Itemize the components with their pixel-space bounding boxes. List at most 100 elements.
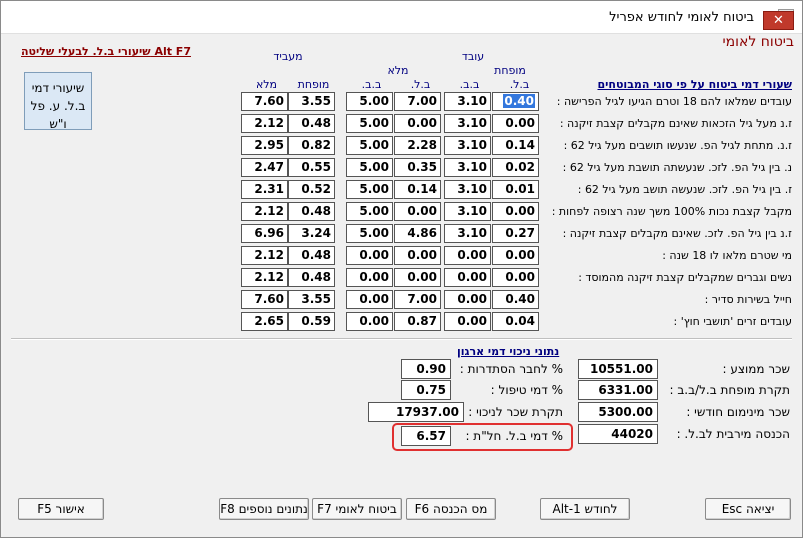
- to-month-button[interactable]: לחודש Alt-1: [540, 498, 630, 520]
- bl-full-cell-value: 0.00: [407, 248, 437, 262]
- employer-reduced-cell[interactable]: 0.82: [288, 136, 335, 155]
- bb-reduced-cell[interactable]: 3.10: [444, 114, 491, 133]
- bb-reduced-cell[interactable]: 0.00: [444, 268, 491, 287]
- bb-reduced-cell[interactable]: 3.10: [444, 158, 491, 177]
- social-security-button[interactable]: ביטוח לאומי F7: [312, 498, 402, 520]
- handling-fee-field[interactable]: 0.75: [401, 380, 451, 400]
- bb-full-cell[interactable]: 0.00: [346, 312, 393, 331]
- bl-reduced-cell-value: 0.01: [505, 182, 535, 196]
- minimum-wage-field[interactable]: 5300.00: [578, 402, 658, 422]
- employer-full-cell[interactable]: 2.95: [241, 136, 288, 155]
- bl-reduced-cell[interactable]: 0.04: [492, 312, 539, 331]
- close-button[interactable]: ✕: [763, 11, 794, 30]
- bl-reduced-cell[interactable]: 0.40: [492, 92, 539, 111]
- bl-full-cell[interactable]: 4.86: [394, 224, 441, 243]
- deduction-ceiling-field[interactable]: 17937.00: [368, 402, 464, 422]
- employer-reduced-cell-value: 3.55: [301, 292, 331, 306]
- employer-reduced-cell[interactable]: 0.55: [288, 158, 335, 177]
- bl-reduced-cell[interactable]: 0.02: [492, 158, 539, 177]
- bb-reduced-cell[interactable]: 3.10: [444, 224, 491, 243]
- bb-full-cell[interactable]: 0.00: [346, 246, 393, 265]
- header-bl-reduced: ב.ל.: [509, 78, 530, 91]
- controlling-owners-rates-link[interactable]: שיעורי ב.ל. לבעלי שליטה Alt F7: [21, 45, 191, 58]
- average-wage-field[interactable]: 10551.00: [578, 359, 658, 379]
- extra-data-button[interactable]: נתונים נוספים F8: [219, 498, 309, 520]
- employer-full-cell[interactable]: 2.12: [241, 202, 288, 221]
- employer-full-cell[interactable]: 7.60: [241, 290, 288, 309]
- employer-full-cell-value: 2.12: [254, 116, 284, 130]
- employer-full-cell[interactable]: 2.47: [241, 158, 288, 177]
- bb-full-cell[interactable]: 5.00: [346, 202, 393, 221]
- bb-full-cell[interactable]: 5.00: [346, 136, 393, 155]
- bb-reduced-cell[interactable]: 3.10: [444, 136, 491, 155]
- bb-full-cell[interactable]: 5.00: [346, 224, 393, 243]
- employer-reduced-cell[interactable]: 0.48: [288, 114, 335, 133]
- reduced-ceiling-field[interactable]: 6331.00: [578, 380, 658, 400]
- confirm-button[interactable]: אישור F5: [18, 498, 104, 520]
- bb-full-cell[interactable]: 0.00: [346, 290, 393, 309]
- bl-full-cell[interactable]: 0.35: [394, 158, 441, 177]
- bb-full-cell[interactable]: 5.00: [346, 92, 393, 111]
- employer-full-cell[interactable]: 2.31: [241, 180, 288, 199]
- employer-full-cell[interactable]: 2.12: [241, 114, 288, 133]
- bb-reduced-cell-value: 0.00: [457, 292, 487, 306]
- bb-reduced-cell-value: 0.00: [457, 314, 487, 328]
- bl-reduced-cell[interactable]: 0.27: [492, 224, 539, 243]
- employer-full-cell[interactable]: 2.12: [241, 268, 288, 287]
- bl-reduced-cell[interactable]: 0.00: [492, 246, 539, 265]
- employer-full-cell[interactable]: 6.96: [241, 224, 288, 243]
- bl-full-cell[interactable]: 0.87: [394, 312, 441, 331]
- employer-reduced-cell[interactable]: 0.59: [288, 312, 335, 331]
- title-bar: ביטוח לאומי לחודש אפריל ✕: [1, 1, 802, 34]
- bb-full-cell-value: 0.00: [359, 270, 389, 284]
- employer-reduced-cell[interactable]: 0.48: [288, 246, 335, 265]
- bl-full-cell[interactable]: 0.00: [394, 114, 441, 133]
- max-income-field[interactable]: 44020: [578, 424, 658, 444]
- bb-reduced-cell[interactable]: 0.00: [444, 312, 491, 331]
- employer-full-cell-value: 2.31: [254, 182, 284, 196]
- bl-reduced-cell[interactable]: 0.00: [492, 268, 539, 287]
- unpaid-leave-percent-field[interactable]: 6.57: [401, 426, 451, 446]
- row-label: מי שטרם מלאו לו 18 שנה :: [662, 249, 792, 262]
- employer-reduced-cell[interactable]: 3.55: [288, 290, 335, 309]
- bl-full-cell[interactable]: 7.00: [394, 290, 441, 309]
- self-employed-rates-box[interactable]: שיעורי דמי ב.ל. ע. פל ו"ש: [24, 72, 92, 131]
- bl-full-cell[interactable]: 0.00: [394, 268, 441, 287]
- employer-full-cell[interactable]: 2.65: [241, 312, 288, 331]
- bl-reduced-cell[interactable]: 0.40: [492, 290, 539, 309]
- bl-full-cell[interactable]: 7.00: [394, 92, 441, 111]
- bb-reduced-cell[interactable]: 3.10: [444, 92, 491, 111]
- bb-full-cell[interactable]: 5.00: [346, 158, 393, 177]
- bb-reduced-cell[interactable]: 3.10: [444, 202, 491, 221]
- exit-button[interactable]: יציאה Esc: [705, 498, 791, 520]
- employer-reduced-cell[interactable]: 0.48: [288, 202, 335, 221]
- employer-full-cell-value: 2.95: [254, 138, 284, 152]
- employer-reduced-cell[interactable]: 0.48: [288, 268, 335, 287]
- bb-reduced-cell[interactable]: 3.10: [444, 180, 491, 199]
- employer-reduced-cell[interactable]: 3.55: [288, 92, 335, 111]
- bl-reduced-cell[interactable]: 0.00: [492, 114, 539, 133]
- bl-reduced-cell[interactable]: 0.01: [492, 180, 539, 199]
- bl-reduced-cell[interactable]: 0.14: [492, 136, 539, 155]
- rates-box-line-2: ב.ל. ע. פל: [30, 99, 86, 113]
- bb-full-cell[interactable]: 5.00: [346, 114, 393, 133]
- bb-full-cell[interactable]: 0.00: [346, 268, 393, 287]
- employer-full-cell[interactable]: 7.60: [241, 92, 288, 111]
- employer-full-cell[interactable]: 2.12: [241, 246, 288, 265]
- employer-reduced-cell[interactable]: 3.24: [288, 224, 335, 243]
- bb-reduced-cell[interactable]: 0.00: [444, 290, 491, 309]
- bl-full-cell[interactable]: 0.14: [394, 180, 441, 199]
- row-label: ז. בין גיל הפ. לזכ. שנעשה תושב מעל גיל 6…: [577, 183, 792, 196]
- bl-full-cell[interactable]: 2.28: [394, 136, 441, 155]
- union-percent-field[interactable]: 0.90: [401, 359, 451, 379]
- bl-full-cell[interactable]: 0.00: [394, 246, 441, 265]
- bl-full-cell-value: 7.00: [407, 94, 437, 108]
- employer-reduced-cell[interactable]: 0.52: [288, 180, 335, 199]
- bl-full-cell[interactable]: 0.00: [394, 202, 441, 221]
- bl-full-cell-value: 0.87: [407, 314, 437, 328]
- bb-reduced-cell[interactable]: 0.00: [444, 246, 491, 265]
- bb-full-cell[interactable]: 5.00: [346, 180, 393, 199]
- income-tax-button[interactable]: מס הכנסה F6: [406, 498, 496, 520]
- org-deduction-title: נתוני ניכוי דמי ארגון: [457, 345, 560, 358]
- bl-reduced-cell[interactable]: 0.00: [492, 202, 539, 221]
